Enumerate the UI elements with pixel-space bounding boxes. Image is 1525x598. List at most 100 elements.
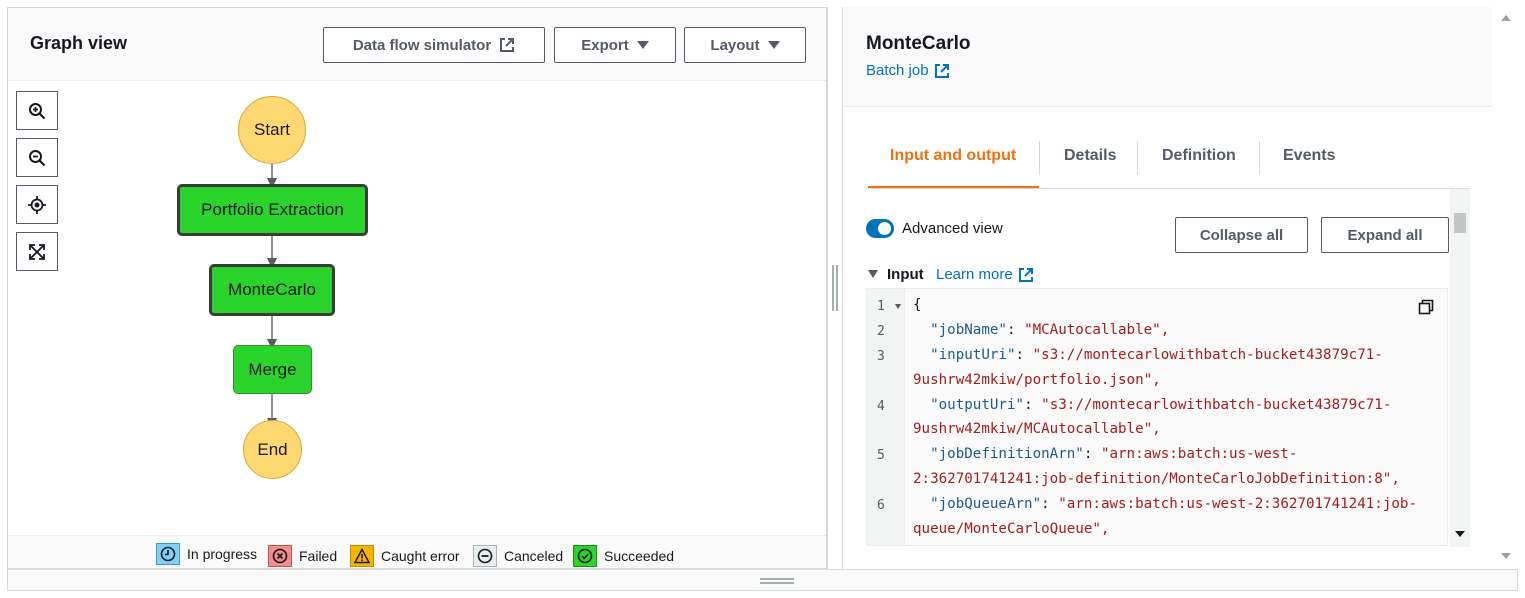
json-code-viewer[interactable]: 1 2 3 4 5 6 { "jobName": "MCAutocallable… <box>866 288 1448 546</box>
collapse-all-label: Collapse all <box>1199 226 1284 244</box>
scrollbar-thumb[interactable] <box>1454 213 1466 233</box>
caret-down-icon <box>767 41 780 49</box>
json-key: "outputUri" <box>930 397 1025 413</box>
code-line: "jobName": "MCAutocallable", <box>930 322 1170 338</box>
legend-caught-error-label: Caught error <box>381 548 460 564</box>
json-key: "jobName" <box>930 322 1007 338</box>
line-number: 4 <box>877 399 885 414</box>
tab-divider <box>1039 141 1040 175</box>
legend-failed: Failed <box>268 545 337 567</box>
legend-canceled-label: Canceled <box>504 548 564 564</box>
graph-title: Graph view <box>30 33 128 53</box>
x-circle-icon <box>268 545 292 567</box>
line-number: 3 <box>877 349 885 364</box>
copy-icon[interactable] <box>1418 299 1434 315</box>
collapse-caret-icon[interactable] <box>868 270 878 278</box>
layout-label: Layout <box>710 36 760 54</box>
tabs-baseline <box>866 188 1470 189</box>
clock-icon <box>156 543 180 565</box>
panel-splitter[interactable] <box>827 7 843 569</box>
input-section-label: Input <box>887 266 924 283</box>
node-merge[interactable]: Merge <box>233 345 312 394</box>
code-line: "outputUri": "s3://montecarlowithbatch-b… <box>930 397 1392 413</box>
tab-definition[interactable]: Definition <box>1162 147 1236 165</box>
legend-caught-error: Caught error <box>350 545 460 567</box>
legend-succeeded: Succeeded <box>573 545 674 567</box>
minus-circle-icon <box>473 545 497 567</box>
caret-down-icon <box>636 41 649 49</box>
json-key: "jobDefinitionArn" <box>930 446 1084 462</box>
code-line-continuation: 9ushrw42mkiw/MCAutocallable", <box>913 421 1161 437</box>
state-title: MonteCarlo <box>866 33 971 54</box>
json-key: "inputUri" <box>930 347 1016 363</box>
legend-in-progress-label: In progress <box>187 546 258 562</box>
code-line-continuation: 2:362701741241:job-definition/MonteCarlo… <box>913 471 1400 487</box>
node-end[interactable]: End <box>243 420 302 479</box>
page-scrollbar[interactable] <box>1494 7 1518 569</box>
node-start[interactable]: Start <box>238 96 306 164</box>
tab-details[interactable]: Details <box>1064 147 1116 165</box>
line-number: 6 <box>877 498 885 513</box>
external-link-icon <box>934 63 949 78</box>
line-number: 2 <box>877 324 885 339</box>
line-number: 5 <box>877 448 885 463</box>
tab-divider <box>1259 141 1260 175</box>
legend-canceled: Canceled <box>473 545 563 567</box>
bottom-resize-bar[interactable] <box>7 569 1518 591</box>
scroll-up-icon[interactable] <box>1501 15 1511 21</box>
scroll-down-icon[interactable] <box>1501 553 1511 559</box>
graph-header: Graph view Data flow simulator Export La… <box>8 8 826 81</box>
json-value: "MCAutocallable", <box>1024 322 1170 338</box>
status-legend: In progress Failed Caught error Canceled… <box>8 535 826 568</box>
collapse-all-button[interactable]: Collapse all <box>1175 217 1308 253</box>
warning-icon <box>350 545 374 567</box>
data-flow-simulator-label: Data flow simulator <box>352 36 492 54</box>
json-value: "s3://montecarlowithbatch-bucket43879c71… <box>1032 347 1383 363</box>
tab-input-and-output[interactable]: Input and output <box>890 147 1016 165</box>
toggle-knob <box>878 222 891 235</box>
batch-job-label: Batch job <box>866 62 929 79</box>
tab-events[interactable]: Events <box>1283 147 1335 165</box>
data-flow-simulator-button[interactable]: Data flow simulator <box>323 27 545 63</box>
detail-header: MonteCarlo Batch job <box>844 7 1492 107</box>
node-montecarlo[interactable]: MonteCarlo <box>209 264 335 316</box>
expand-all-button[interactable]: Expand all <box>1321 217 1449 253</box>
expand-all-label: Expand all <box>1347 226 1423 244</box>
fold-caret-icon[interactable] <box>895 304 901 309</box>
code-line-continuation: 9ushrw42mkiw/portfolio.json", <box>913 372 1161 388</box>
learn-more-label: Learn more <box>936 266 1013 283</box>
graph-edges <box>266 163 278 429</box>
node-portfolio-extraction[interactable]: Portfolio Extraction <box>177 184 368 236</box>
json-value: "arn:aws:batch:us-west-2:362701741241:jo… <box>1058 496 1417 512</box>
advanced-view-toggle[interactable] <box>866 219 894 238</box>
tab-divider <box>1137 141 1138 175</box>
json-value: "arn:aws:batch:us-west- <box>1100 446 1298 462</box>
legend-succeeded-label: Succeeded <box>604 548 675 564</box>
detail-panel: MonteCarlo Batch job Input and output De… <box>844 7 1492 569</box>
content-scrollbar[interactable] <box>1450 189 1470 547</box>
export-button[interactable]: Export <box>554 27 676 63</box>
json-key: "jobQueueArn" <box>930 496 1042 512</box>
layout-button[interactable]: Layout <box>684 27 806 63</box>
code-line: "jobQueueArn": "arn:aws:batch:us-west-2:… <box>930 496 1417 512</box>
json-value: "s3://montecarlowithbatch-bucket43879c71… <box>1041 397 1392 413</box>
code-line-continuation: queue/MonteCarloQueue", <box>913 521 1110 537</box>
check-circle-icon <box>573 545 597 567</box>
code-line: "jobDefinitionArn": "arn:aws:batch:us-we… <box>930 446 1298 462</box>
batch-job-link[interactable]: Batch job <box>866 62 950 79</box>
drag-handle-icon <box>832 265 838 311</box>
legend-in-progress: In progress <box>156 543 257 565</box>
code-line: "inputUri": "s3://montecarlowithbatch-bu… <box>930 347 1383 363</box>
scroll-down-icon[interactable] <box>1455 531 1465 537</box>
advanced-view-label: Advanced view <box>902 220 1003 237</box>
external-link-icon <box>500 38 515 52</box>
drag-handle-icon <box>760 578 794 584</box>
line-gutter: 1 2 3 4 5 6 <box>867 289 905 545</box>
code-open-brace: { <box>913 297 922 313</box>
export-label: Export <box>581 36 629 54</box>
line-number: 1 <box>877 299 885 314</box>
learn-more-link[interactable]: Learn more <box>936 266 1034 283</box>
external-link-icon <box>1018 267 1033 282</box>
graph-panel: Graph view Data flow simulator Export La… <box>7 7 827 569</box>
legend-failed-label: Failed <box>299 548 338 564</box>
